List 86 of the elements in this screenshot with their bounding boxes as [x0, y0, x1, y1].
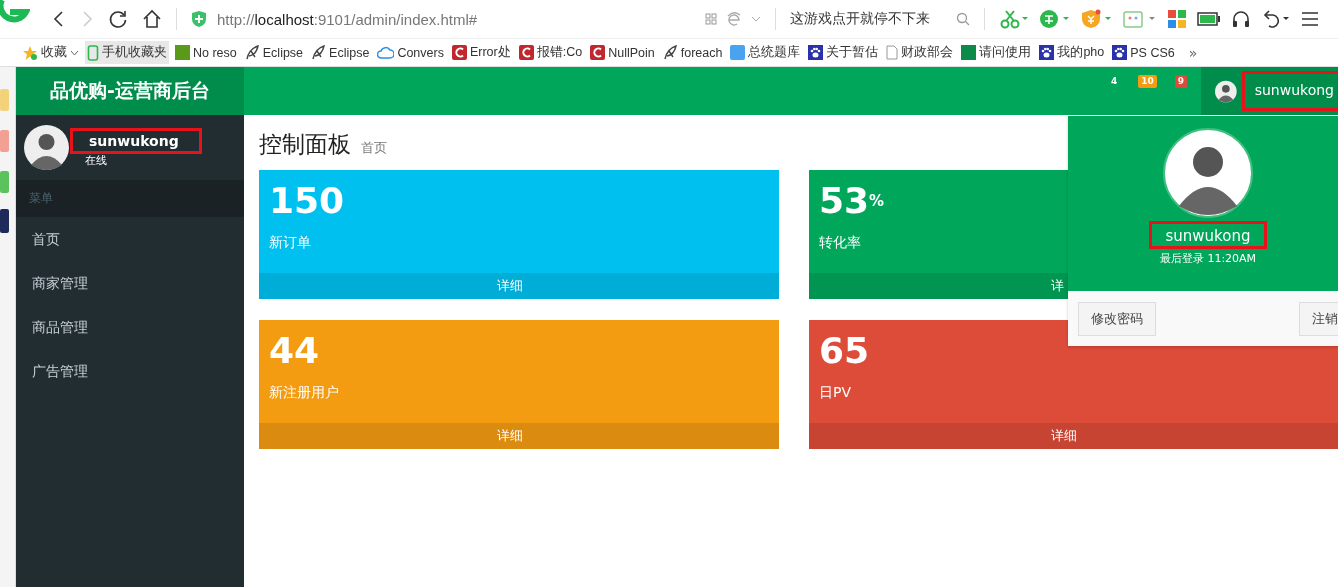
last-login: 最后登录 11:20AM — [1159, 251, 1257, 266]
c-logo-icon — [590, 45, 606, 60]
image-icon[interactable] — [1123, 9, 1157, 29]
stat-value: 44 — [269, 330, 320, 372]
logout-button[interactable]: 注销 — [1299, 301, 1338, 336]
grid-icon[interactable] — [705, 13, 717, 25]
sidebar-item[interactable]: 商家管理 — [16, 261, 244, 305]
bookmark[interactable]: PS CS6 — [1110, 42, 1177, 63]
bookmark[interactable]: 请问使用 — [959, 41, 1034, 64]
paw-icon — [1039, 45, 1055, 60]
headphones-icon[interactable] — [1231, 9, 1251, 29]
avatar-icon — [24, 125, 69, 170]
feather-icon — [662, 45, 678, 60]
user-status: 在线 — [85, 152, 108, 168]
bookmark[interactable]: 收藏 — [20, 41, 81, 64]
page-icon — [886, 45, 899, 60]
url-text: http://localhost:9101/admin/index.html# — [217, 10, 478, 28]
stat-label: 转化率 — [819, 234, 861, 252]
home-icon[interactable] — [142, 9, 162, 29]
paw-icon — [1112, 45, 1128, 60]
change-password-button[interactable]: 修改密码 — [1078, 301, 1156, 336]
caret-icon — [70, 49, 79, 56]
bookmark[interactable]: Eclipse — [309, 42, 372, 63]
app-logo-text: 品优购-运营商后台 — [50, 78, 210, 103]
undo-icon[interactable] — [1261, 9, 1291, 29]
scissors-icon[interactable] — [999, 9, 1029, 29]
ie-icon[interactable] — [727, 12, 741, 26]
reload-icon[interactable] — [108, 9, 128, 29]
cloud-icon — [377, 46, 395, 59]
shield-coin-icon[interactable] — [1081, 9, 1113, 29]
avatar-icon — [1163, 128, 1253, 218]
translate-icon[interactable] — [1039, 9, 1071, 29]
sidebar-item[interactable]: 商品管理 — [16, 305, 244, 349]
user-name: sunwukong — [1151, 224, 1265, 246]
menu-icon[interactable] — [1301, 11, 1319, 27]
user-menu[interactable]: sunwukong — [1201, 67, 1338, 115]
feather-icon — [311, 45, 327, 60]
bookmark[interactable]: 手机收藏夹 — [85, 41, 169, 64]
browser-logo-icon — [0, 0, 30, 24]
page-title: 控制面板 — [259, 130, 351, 159]
search-text: 这游戏点开就停不下来 — [790, 10, 930, 28]
battery-icon[interactable] — [1197, 12, 1221, 26]
c-logo-icon — [451, 45, 467, 60]
bookmark[interactable]: 我的pho — [1037, 41, 1107, 64]
phone-icon — [87, 44, 99, 61]
paw-icon — [808, 45, 824, 60]
stat-value: 65 — [819, 330, 870, 372]
stat-unit: % — [869, 192, 885, 210]
tile-icon — [175, 45, 190, 60]
details-link[interactable]: 详细 — [809, 423, 1338, 449]
stat-value: 150 — [269, 180, 345, 222]
star-icon — [22, 44, 38, 61]
sidebar-item[interactable]: 首页 — [16, 217, 244, 261]
bookmark[interactable]: foreach — [660, 42, 725, 63]
stat-value: 53 — [819, 180, 870, 222]
user-menu-name: sunwukong — [1244, 74, 1338, 108]
tile-icon — [961, 45, 977, 60]
avatar-icon — [1215, 78, 1237, 104]
bookmark[interactable]: NullPoin — [588, 42, 657, 63]
tile-icon — [730, 45, 746, 60]
notification-count[interactable]: 9 — [1174, 75, 1187, 88]
bookmark[interactable]: Convers — [375, 42, 446, 63]
more-bookmarks-button[interactable]: » — [1180, 44, 1198, 61]
bookmark[interactable]: No reso — [173, 42, 239, 63]
breadcrumb: 首页 — [361, 139, 387, 157]
stat-label: 新注册用户 — [269, 384, 339, 402]
feather-icon — [244, 45, 260, 60]
bookmark[interactable]: Eclipse — [242, 42, 306, 63]
stat-label: 新订单 — [269, 234, 311, 252]
c-logo-icon — [518, 45, 534, 60]
bookmark[interactable]: Error处 — [449, 41, 513, 64]
search-field[interactable]: 这游戏点开就停不下来 — [790, 10, 970, 28]
bookmark[interactable]: 报错:Co — [516, 41, 585, 64]
menu-header: 菜单 — [16, 180, 244, 217]
sidebar-item[interactable]: 广告管理 — [16, 349, 244, 393]
back-icon[interactable] — [52, 10, 66, 28]
bookmark[interactable]: 关于暂估 — [806, 41, 881, 64]
caret-icon[interactable] — [751, 15, 761, 23]
search-icon[interactable] — [956, 12, 970, 26]
apps-icon[interactable] — [1167, 9, 1187, 29]
bookmark[interactable]: 总统题库 — [728, 41, 803, 64]
address-bar[interactable]: http://localhost:9101/admin/index.html# — [191, 10, 761, 28]
shield-icon — [191, 10, 207, 28]
stat-label: 日PV — [819, 384, 852, 402]
bookmark[interactable]: 财政部会 — [884, 41, 956, 64]
user-name: sunwukong — [73, 130, 199, 151]
